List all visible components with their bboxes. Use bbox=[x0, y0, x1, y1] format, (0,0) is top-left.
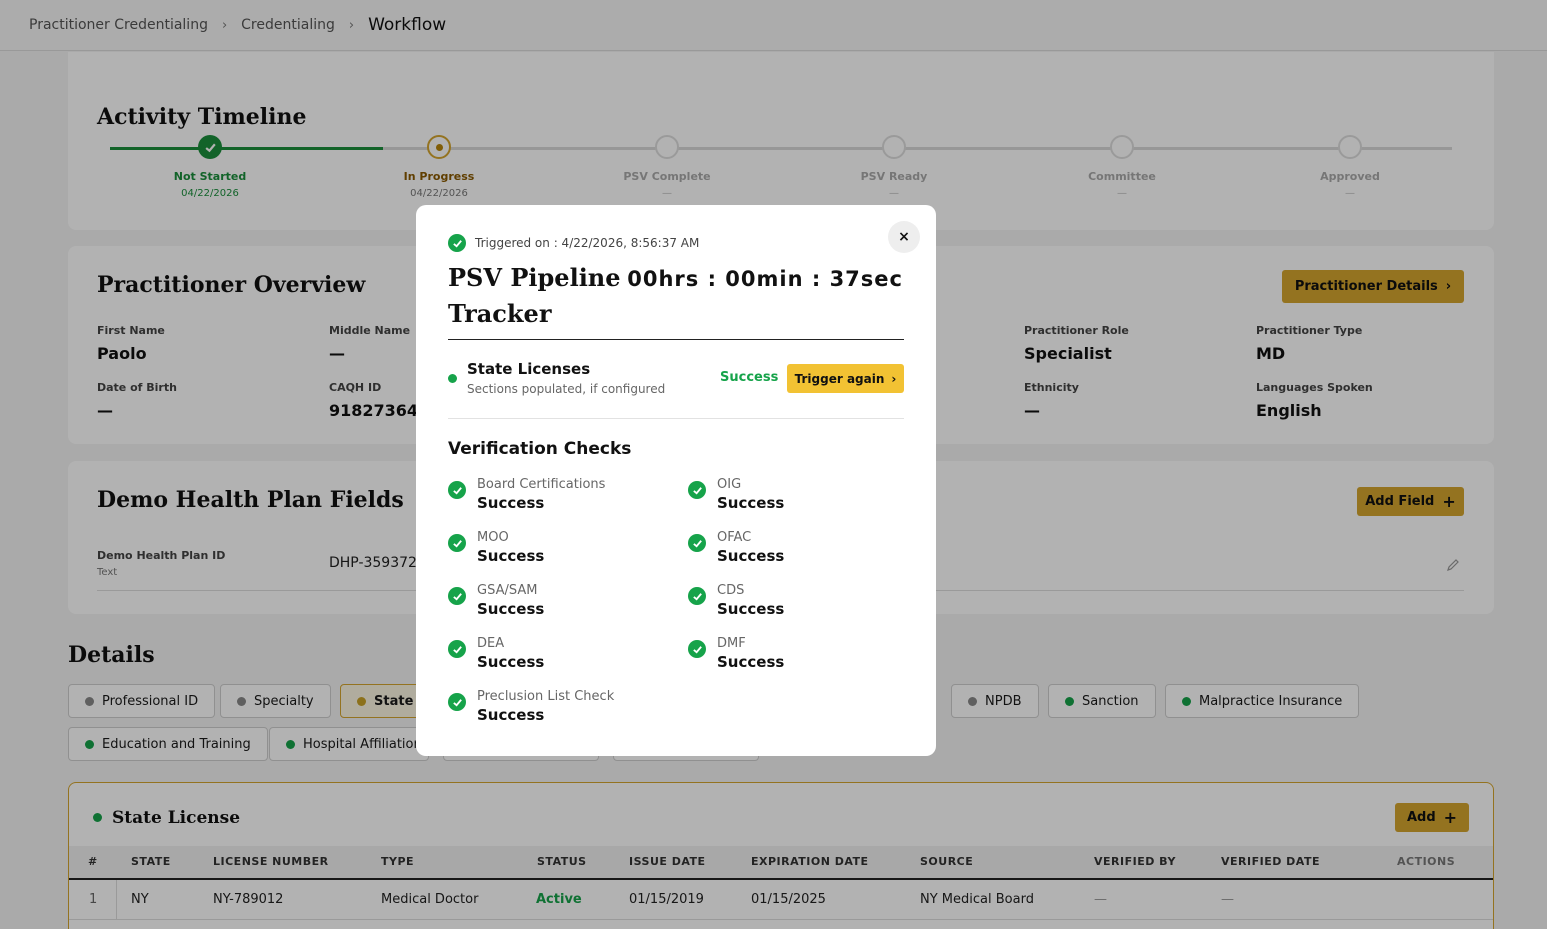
divider bbox=[448, 418, 904, 419]
check-status: Success bbox=[477, 494, 545, 512]
check-status: Success bbox=[477, 600, 545, 618]
close-icon: × bbox=[898, 229, 910, 245]
check-status: Success bbox=[717, 600, 785, 618]
verification-checks-title: Verification Checks bbox=[448, 439, 632, 459]
check-item-gsa-sam: GSA/SAM Success bbox=[448, 583, 544, 618]
check-status: Success bbox=[477, 547, 545, 565]
check-circle-icon bbox=[448, 481, 466, 499]
check-item-moo: MOO Success bbox=[448, 530, 544, 565]
check-item-oig: OIG Success bbox=[688, 477, 784, 512]
pipeline-subtitle: Sections populated, if configured bbox=[467, 382, 666, 396]
check-item-preclusion-list: Preclusion List Check Success bbox=[448, 689, 614, 724]
status-dot bbox=[448, 374, 457, 383]
check-name: CDS bbox=[717, 583, 745, 598]
check-item-ofac: OFAC Success bbox=[688, 530, 784, 565]
check-item-dmf: DMF Success bbox=[688, 636, 784, 671]
check-circle-icon bbox=[688, 481, 706, 499]
trigger-again-button[interactable]: Trigger again › bbox=[787, 364, 904, 393]
check-circle-icon bbox=[448, 534, 466, 552]
check-status: Success bbox=[717, 653, 785, 671]
psv-pipeline-tracker-modal: × Triggered on : 4/22/2026, 8:56:37 AM P… bbox=[416, 205, 936, 756]
pipeline-status: Success bbox=[720, 370, 779, 385]
check-name: MOO bbox=[477, 530, 509, 545]
chevron-right-icon: › bbox=[891, 371, 897, 386]
check-name: GSA/SAM bbox=[477, 583, 538, 598]
close-button[interactable]: × bbox=[888, 221, 920, 253]
check-status: Success bbox=[477, 706, 545, 724]
check-status: Success bbox=[477, 653, 545, 671]
check-status: Success bbox=[717, 494, 785, 512]
check-circle-icon bbox=[688, 587, 706, 605]
triggered-timestamp: Triggered on : 4/22/2026, 8:56:37 AM bbox=[475, 236, 700, 250]
check-name: Preclusion List Check bbox=[477, 689, 615, 704]
divider bbox=[448, 339, 904, 340]
check-name: OIG bbox=[717, 477, 742, 492]
check-circle-icon bbox=[448, 693, 466, 711]
check-item-dea: DEA Success bbox=[448, 636, 544, 671]
trigger-again-label: Trigger again bbox=[794, 371, 885, 386]
check-circle-icon bbox=[448, 234, 466, 252]
check-circle-icon bbox=[448, 587, 466, 605]
elapsed-timer: 00hrs : 00min : 37sec bbox=[627, 267, 903, 291]
check-circle-icon bbox=[448, 640, 466, 658]
check-name: OFAC bbox=[717, 530, 752, 545]
check-name: Board Certifications bbox=[477, 477, 606, 492]
check-circle-icon bbox=[688, 640, 706, 658]
check-name: DEA bbox=[477, 636, 505, 651]
check-circle-icon bbox=[688, 534, 706, 552]
check-item-cds: CDS Success bbox=[688, 583, 784, 618]
check-status: Success bbox=[717, 547, 785, 565]
check-name: DMF bbox=[717, 636, 746, 651]
modal-title-line2: Tracker bbox=[448, 299, 552, 328]
pipeline-name: State Licenses bbox=[467, 360, 591, 378]
modal-title-line1: PSV Pipeline bbox=[448, 263, 621, 292]
check-item-board-certifications: Board Certifications Success bbox=[448, 477, 605, 512]
triggered-row: Triggered on : 4/22/2026, 8:56:37 AM bbox=[448, 234, 699, 252]
